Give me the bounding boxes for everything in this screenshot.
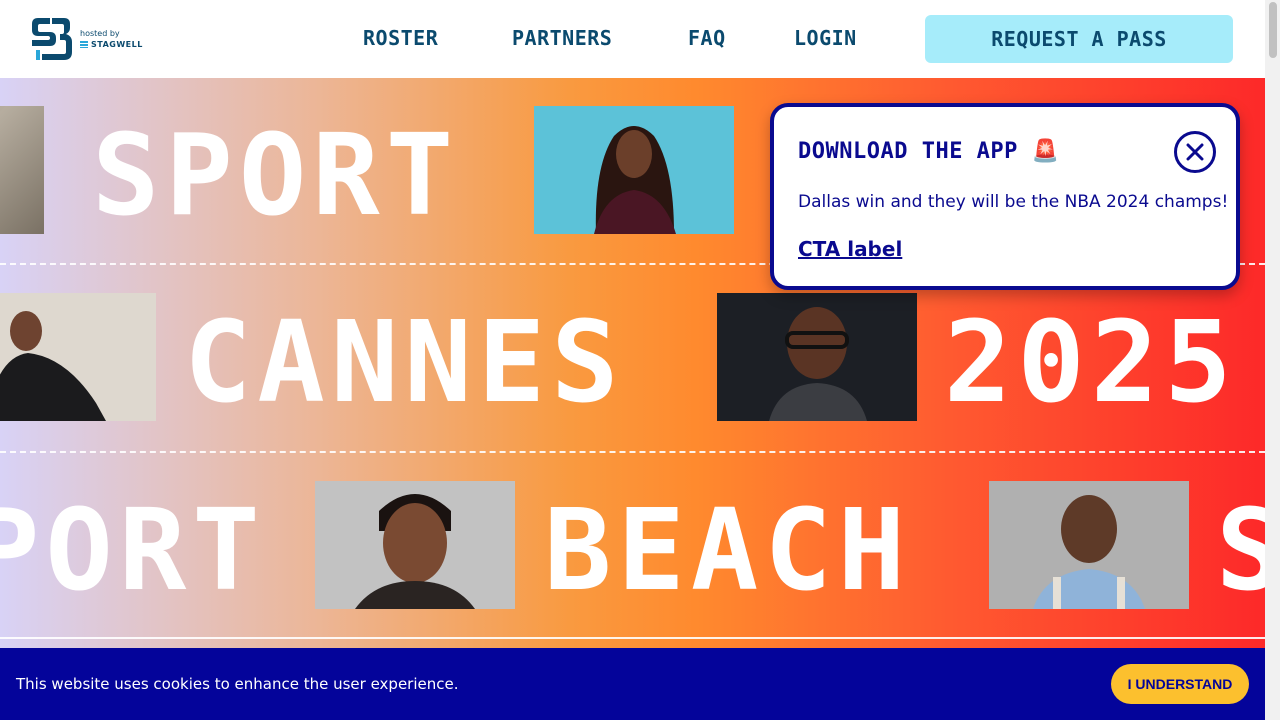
hero-word-beach: BEACH [544, 486, 912, 616]
scrollbar-thumb[interactable] [1269, 2, 1277, 58]
cookie-banner: This website uses cookies to enhance the… [0, 648, 1265, 720]
portrait-image [315, 481, 515, 609]
site-header: hosted by STAGWELL ROSTER PARTNERS FAQ L… [0, 0, 1265, 78]
roster-photo [717, 293, 917, 421]
logo-text: hosted by STAGWELL [80, 28, 143, 49]
cookie-message: This website uses cookies to enhance the… [16, 675, 459, 693]
logo-brand: STAGWELL [80, 39, 143, 49]
divider-line [0, 451, 1265, 453]
hero-word-port: PORT [0, 486, 266, 616]
portrait-image [534, 106, 734, 234]
app-download-popup: DOWNLOAD THE APP 🚨 Dallas win and they w… [770, 103, 1240, 290]
portrait-image [717, 293, 917, 421]
popup-title: DOWNLOAD THE APP 🚨 [798, 139, 1060, 164]
roster-photo [315, 481, 515, 609]
logo-hosted-label: hosted by [80, 28, 120, 38]
roster-photo [0, 293, 156, 421]
logo[interactable]: hosted by STAGWELL [28, 16, 143, 62]
popup-cta-link[interactable]: CTA label [798, 237, 902, 261]
cookie-accept-button[interactable]: I UNDERSTAND [1111, 664, 1249, 704]
divider-line [0, 637, 1265, 639]
hero-word-cannes: CANNES [184, 298, 625, 428]
stagwell-icon [80, 41, 88, 48]
popup-message: Dallas win and they will be the NBA 2024… [798, 192, 1229, 212]
portrait-image [989, 481, 1189, 609]
close-button[interactable] [1174, 131, 1216, 173]
nav-login[interactable]: LOGIN [794, 26, 857, 50]
roster-photo [0, 106, 44, 234]
portrait-image [0, 293, 156, 421]
nav-partners[interactable]: PARTNERS [512, 26, 612, 50]
logo-brand-label: STAGWELL [91, 39, 143, 49]
close-icon [1186, 143, 1204, 161]
roster-photo [989, 481, 1189, 609]
nav-roster[interactable]: ROSTER [363, 26, 438, 50]
logo-icon [32, 18, 72, 60]
hero-word-sport: SPORT [92, 111, 460, 241]
roster-photo [534, 106, 734, 234]
hero-word-year: 2025 [944, 298, 1238, 428]
scrollbar[interactable] [1265, 0, 1280, 720]
request-pass-button[interactable]: REQUEST A PASS [925, 15, 1233, 63]
nav-faq[interactable]: FAQ [688, 26, 726, 50]
hero-word-s: S [1216, 486, 1265, 616]
